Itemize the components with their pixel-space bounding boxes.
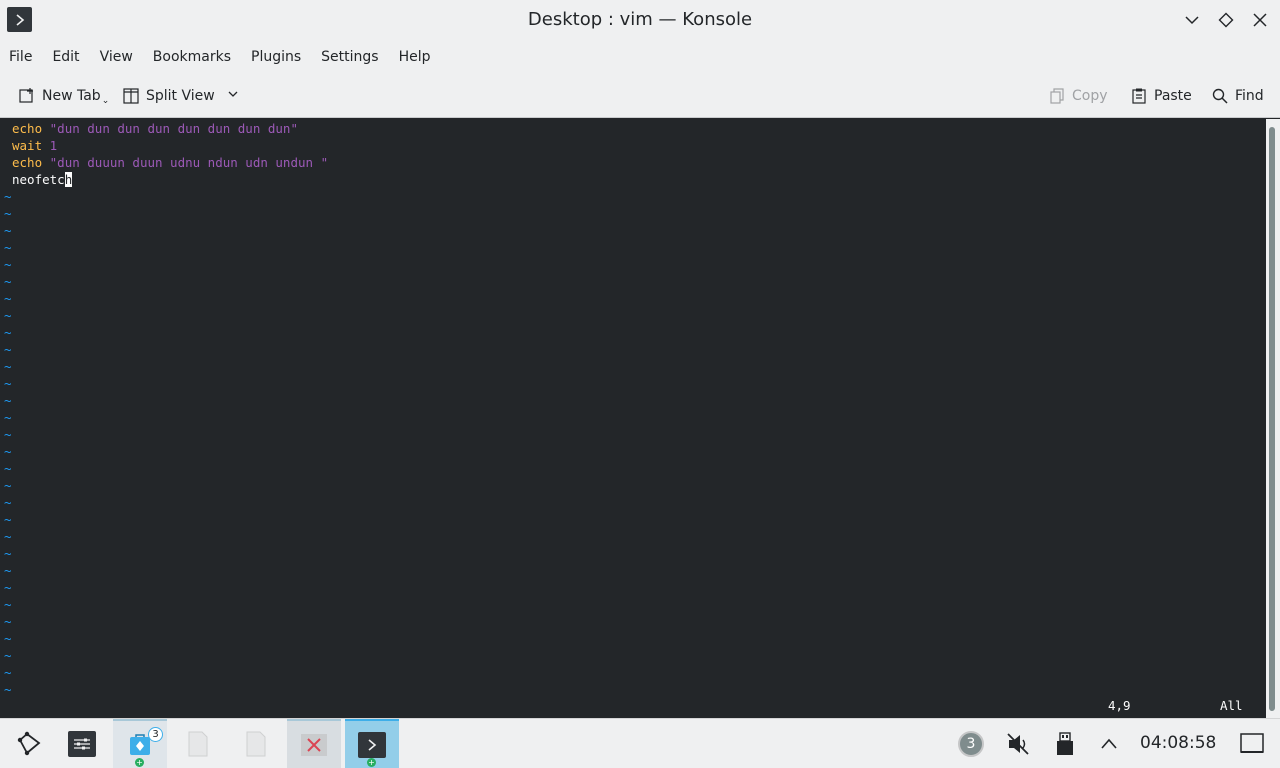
notification-count: 3 bbox=[958, 731, 984, 757]
tilde-marker: ~ bbox=[4, 563, 12, 578]
find-label: Find bbox=[1235, 88, 1264, 104]
tilde-marker: ~ bbox=[4, 308, 12, 323]
tilde-marker: ~ bbox=[4, 478, 12, 493]
paste-button[interactable]: Paste bbox=[1130, 84, 1192, 108]
document-icon bbox=[188, 731, 208, 757]
menu-view[interactable]: View bbox=[90, 40, 143, 74]
paste-icon bbox=[1130, 87, 1148, 105]
tilde-marker: ~ bbox=[4, 461, 12, 476]
document-icon bbox=[246, 731, 266, 757]
tilde-marker: ~ bbox=[4, 444, 12, 459]
menu-file[interactable]: File bbox=[0, 40, 42, 74]
code-line-4: neofetch bbox=[12, 172, 73, 187]
code-line-3: echo "dun duuun duun udnu ndun udn undun… bbox=[12, 155, 329, 170]
code-line-1: echo "dun dun dun dun dun dun dun dun" bbox=[12, 121, 298, 136]
launcher-icon bbox=[17, 731, 41, 756]
settings-icon bbox=[68, 731, 96, 757]
minimize-button[interactable] bbox=[1181, 9, 1203, 31]
taskbar: 3 + + 3 04:08:58 bbox=[0, 718, 1280, 768]
task-document-2[interactable] bbox=[229, 719, 283, 768]
dropdown-indicator-icon: ⌄ bbox=[101, 96, 110, 106]
menu-settings[interactable]: Settings bbox=[311, 40, 388, 74]
tilde-marker: ~ bbox=[4, 546, 12, 561]
chevron-down-icon[interactable] bbox=[227, 88, 239, 104]
copy-icon bbox=[1048, 87, 1066, 105]
tilde-marker: ~ bbox=[4, 665, 12, 680]
tilde-marker: ~ bbox=[4, 614, 12, 629]
copy-label: Copy bbox=[1072, 88, 1108, 104]
error-icon bbox=[301, 734, 327, 756]
tilde-marker: ~ bbox=[4, 325, 12, 340]
split-view-icon bbox=[122, 87, 140, 105]
tilde-marker: ~ bbox=[4, 223, 12, 238]
tilde-marker: ~ bbox=[4, 631, 12, 646]
tilde-marker: ~ bbox=[4, 427, 12, 442]
tilde-marker: ~ bbox=[4, 512, 12, 527]
app-launcher-button[interactable] bbox=[0, 719, 54, 768]
paste-label: Paste bbox=[1154, 88, 1192, 104]
tilde-marker: ~ bbox=[4, 410, 12, 425]
tilde-marker: ~ bbox=[4, 257, 12, 272]
toolbar: New Tab ⌄ Split View Copy Paste Find bbox=[0, 74, 1280, 118]
task-konsole[interactable]: + bbox=[345, 719, 399, 768]
cursor-position: 4,9 bbox=[1108, 698, 1131, 713]
maximize-button[interactable] bbox=[1215, 9, 1237, 31]
menu-plugins[interactable]: Plugins bbox=[241, 40, 311, 74]
show-desktop-icon bbox=[1240, 733, 1264, 753]
notifications-tray[interactable]: 3 bbox=[958, 731, 984, 757]
menu-bookmarks[interactable]: Bookmarks bbox=[143, 40, 241, 74]
tilde-marker: ~ bbox=[4, 529, 12, 544]
konsole-icon bbox=[358, 732, 386, 758]
add-indicator-icon: + bbox=[367, 758, 376, 767]
split-view-button[interactable]: Split View bbox=[122, 84, 239, 108]
close-icon bbox=[1253, 13, 1267, 27]
tilde-marker: ~ bbox=[4, 376, 12, 391]
tilde-marker: ~ bbox=[4, 189, 12, 204]
volume-muted-icon[interactable] bbox=[1004, 731, 1032, 757]
show-desktop-button[interactable] bbox=[1238, 731, 1266, 757]
split-view-label: Split View bbox=[146, 88, 215, 104]
tilde-marker: ~ bbox=[4, 495, 12, 510]
tilde-marker: ~ bbox=[4, 597, 12, 612]
find-button[interactable]: Find bbox=[1211, 84, 1264, 108]
tilde-marker: ~ bbox=[4, 682, 12, 697]
text-cursor: h bbox=[64, 172, 73, 187]
menu-edit[interactable]: Edit bbox=[42, 40, 89, 74]
task-document-1[interactable] bbox=[171, 719, 225, 768]
tilde-marker: ~ bbox=[4, 291, 12, 306]
tilde-marker: ~ bbox=[4, 342, 12, 357]
chevron-up-icon[interactable] bbox=[1097, 731, 1121, 757]
task-error-window[interactable] bbox=[287, 719, 341, 768]
scrollbar-thumb[interactable] bbox=[1269, 127, 1275, 711]
menu-bar: File Edit View Bookmarks Plugins Setting… bbox=[0, 40, 1280, 74]
window-title: Desktop : vim — Konsole bbox=[527, 9, 753, 30]
scroll-indicator: All bbox=[1220, 698, 1243, 713]
menu-help[interactable]: Help bbox=[389, 40, 441, 74]
new-tab-label: New Tab bbox=[42, 88, 101, 104]
notification-badge: 3 bbox=[148, 727, 163, 742]
tilde-marker: ~ bbox=[4, 393, 12, 408]
usb-device-icon[interactable] bbox=[1053, 731, 1077, 757]
scrollbar[interactable] bbox=[1266, 119, 1280, 718]
chevron-down-icon bbox=[1185, 16, 1199, 25]
tilde-marker: ~ bbox=[4, 648, 12, 663]
code-line-2: wait 1 bbox=[12, 138, 58, 153]
close-button[interactable] bbox=[1249, 9, 1271, 31]
add-indicator-icon: + bbox=[135, 758, 144, 767]
search-icon bbox=[1211, 87, 1229, 105]
title-bar: Desktop : vim — Konsole bbox=[0, 0, 1280, 40]
task-discover[interactable]: 3 + bbox=[113, 719, 167, 768]
tilde-marker: ~ bbox=[4, 240, 12, 255]
terminal-view[interactable]: echo "dun dun dun dun dun dun dun dun" w… bbox=[0, 119, 1266, 718]
tilde-marker: ~ bbox=[4, 359, 12, 374]
diamond-icon bbox=[1218, 12, 1234, 28]
clock[interactable]: 04:08:58 bbox=[1140, 733, 1216, 753]
task-system-settings[interactable] bbox=[55, 719, 109, 768]
new-tab-icon bbox=[18, 87, 36, 105]
new-tab-button[interactable]: New Tab ⌄ bbox=[18, 84, 109, 108]
tilde-marker: ~ bbox=[4, 206, 12, 221]
tilde-marker: ~ bbox=[4, 274, 12, 289]
copy-button[interactable]: Copy bbox=[1048, 84, 1108, 108]
tilde-marker: ~ bbox=[4, 580, 12, 595]
